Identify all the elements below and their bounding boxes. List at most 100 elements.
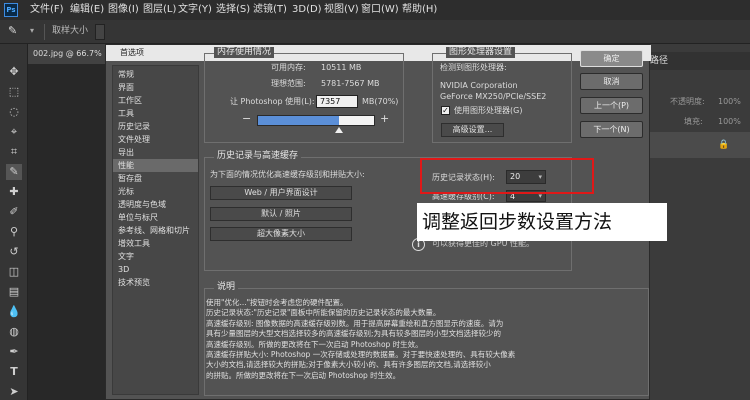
dodge-tool-icon[interactable]: ◍ [6, 324, 22, 340]
brush-tool-icon[interactable]: ✐ [6, 204, 22, 220]
menu-view[interactable]: 视图(V) [324, 3, 359, 17]
memory-usage-percent: MB(70%) [362, 97, 399, 106]
lock-icon: 🔒 [718, 140, 730, 150]
memory-group-title: 内存使用情况 [214, 47, 275, 58]
description-line: 高速缓存拼贴大小: Photoshop 一次存储或处理的数据量。对于要快速处理的… [206, 350, 516, 360]
category-cursors[interactable]: 光标 [113, 185, 198, 198]
description-line: 的拼贴。所做的更改将在下一次启动 Photoshop 时生效。 [206, 370, 401, 380]
menu-image[interactable]: 图像(I) [108, 3, 139, 17]
history-brush-icon[interactable]: ↺ [6, 244, 22, 260]
next-button[interactable]: 下一个(N) [580, 121, 643, 138]
category-units-rulers[interactable]: 单位与标尺 [113, 211, 198, 224]
memory-usage-label: 让 Photoshop 使用(L): [230, 97, 315, 106]
menu-3d[interactable]: 3D(D) [292, 3, 322, 17]
category-performance[interactable]: 性能 [113, 159, 198, 172]
description-line: 使用"优化..."按钮时会考虑您的硬件配置。 [206, 298, 348, 307]
category-tech-preview[interactable]: 技术预览 [113, 276, 198, 289]
menu-edit[interactable]: 编辑(E) [70, 3, 104, 17]
category-interface[interactable]: 界面 [113, 81, 198, 94]
highlight-box [420, 158, 594, 194]
category-workspace[interactable]: 工作区 [113, 94, 198, 107]
previous-button[interactable]: 上一个(P) [580, 97, 643, 114]
fill-label: 填充: [684, 117, 703, 126]
gpu-detected-label: 检测到图形处理器: [440, 63, 507, 72]
web-ui-design-button[interactable]: Web / 用户界面设计 [210, 186, 352, 200]
description-line: 高速缓存级别。所做的更改将在下一次启动 Photoshop 时生效。 [206, 339, 423, 349]
layer-row[interactable] [648, 132, 750, 158]
menu-file[interactable]: 文件(F) [30, 3, 64, 17]
memory-slider-fill [258, 116, 340, 125]
category-tools[interactable]: 工具 [113, 107, 198, 120]
description-line: 具有少量图层的大型文档选择较多的高速缓存级别;为具有较多图层的小型文档选择较少的 [206, 329, 502, 339]
type-tool-icon[interactable]: T [6, 364, 22, 380]
category-type[interactable]: 文字 [113, 250, 198, 263]
category-transparency[interactable]: 透明度与色域 [113, 198, 198, 211]
default-photos-button[interactable]: 默认 / 照片 [210, 207, 352, 221]
document-tab[interactable]: 002.jpg @ 66.7% [28, 44, 106, 64]
use-gpu-label: 使用图形处理器(G) [454, 106, 523, 115]
menu-filter[interactable]: 滤镜(T) [253, 3, 287, 17]
category-scratch-disks[interactable]: 暂存盘 [113, 172, 198, 185]
marquee-tool-icon[interactable]: ⬚ [6, 84, 22, 100]
menu-help[interactable]: 帮助(H) [402, 3, 437, 17]
opacity-label: 不透明度: [670, 97, 705, 106]
move-tool-icon[interactable]: ✥ [6, 64, 22, 80]
gpu-vendor: NVIDIA Corporation [440, 81, 518, 90]
category-plugins[interactable]: 增效工具 [113, 237, 198, 250]
gradient-tool-icon[interactable]: ▤ [6, 284, 22, 300]
tab-paths[interactable]: 路径 [650, 56, 668, 67]
lasso-tool-icon[interactable]: ◌ [6, 104, 22, 120]
gpu-group-title: 图形处理器设置 [446, 47, 516, 58]
eraser-tool-icon[interactable]: ◫ [6, 264, 22, 280]
description-line: 大小的文档,请选择较大的拼贴;对于像素大小较小的、具有许多图层的文档,请选择较小 [206, 360, 491, 370]
use-gpu-checkbox[interactable]: ✓ [441, 106, 450, 115]
huge-pixel-dimensions-button[interactable]: 超大像素大小 [210, 227, 352, 241]
advanced-settings-button[interactable]: 高级设置... [441, 123, 504, 137]
ok-button[interactable]: 确定 [580, 50, 643, 67]
category-history[interactable]: 历史记录 [113, 120, 198, 133]
divider [44, 24, 45, 40]
minus-icon[interactable]: − [242, 113, 252, 125]
description-text: 使用"优化..."按钮时会考虑您的硬件配置。 历史记录状态:"历史记录"面板中所… [206, 298, 646, 381]
sample-size-select[interactable] [95, 24, 105, 40]
menu-window[interactable]: 窗口(W) [361, 3, 399, 17]
menu-bar: Ps 文件(F) 编辑(E) 图像(I) 图层(L) 文字(Y) 选择(S) 滤… [0, 0, 750, 20]
blur-tool-icon[interactable]: 💧 [6, 304, 22, 320]
available-memory-value: 10511 MB [321, 63, 362, 72]
memory-usage-input[interactable]: 7357 [316, 95, 358, 108]
tools-panel: ✥ ⬚ ◌ ⌖ ⌗ ✎ ✚ ✐ ⚲ ↺ ◫ ▤ 💧 ◍ ✒ T ➤ [0, 44, 28, 400]
clone-stamp-icon[interactable]: ⚲ [6, 224, 22, 240]
quick-select-tool-icon[interactable]: ⌖ [6, 124, 22, 140]
pen-tool-icon[interactable]: ✒ [6, 344, 22, 360]
available-memory-label: 可用内存: [271, 63, 306, 72]
description-line: 高速缓存级别: 图像数据的高速缓存级别数。用于提高屏幕重绘和直方图显示的速度。请… [206, 318, 504, 328]
description-title: 说明 [214, 282, 239, 293]
menu-select[interactable]: 选择(S) [216, 3, 250, 17]
crop-tool-icon[interactable]: ⌗ [6, 144, 22, 160]
category-3d[interactable]: 3D [113, 263, 198, 276]
memory-slider-thumb[interactable] [335, 127, 344, 133]
eyedropper-icon[interactable]: ✎ [8, 24, 22, 38]
eyedropper-tool-icon[interactable]: ✎ [6, 164, 22, 180]
category-guides-grid[interactable]: 参考线、网格和切片 [113, 224, 198, 237]
ideal-range-value: 5781-7567 MB [321, 79, 380, 88]
path-select-icon[interactable]: ➤ [6, 384, 22, 400]
opacity-value[interactable]: 100% [718, 96, 741, 107]
description-line: 历史记录状态:"历史记录"面板中所能保留的历史记录状态的最大数量。 [206, 308, 441, 318]
annotation-caption: 调整返回步数设置方法 [417, 203, 667, 241]
ideal-range-label: 理想范围: [271, 79, 306, 88]
memory-slider-track[interactable] [257, 115, 375, 126]
menu-type[interactable]: 文字(Y) [178, 3, 212, 17]
healing-brush-icon[interactable]: ✚ [6, 184, 22, 200]
history-cache-group-title: 历史记录与高速缓存 [214, 151, 302, 162]
menu-layer[interactable]: 图层(L) [143, 3, 176, 17]
category-export[interactable]: 导出 [113, 146, 198, 159]
category-general[interactable]: 常规 [113, 68, 198, 81]
plus-icon[interactable]: + [380, 113, 390, 125]
category-file-handling[interactable]: 文件处理 [113, 133, 198, 146]
photoshop-logo: Ps [4, 3, 18, 17]
cancel-button[interactable]: 取消 [580, 73, 643, 90]
sample-size-label: 取样大小 [52, 26, 89, 36]
fill-value[interactable]: 100% [718, 116, 741, 127]
chevron-down-icon[interactable]: ▾ [30, 25, 38, 37]
